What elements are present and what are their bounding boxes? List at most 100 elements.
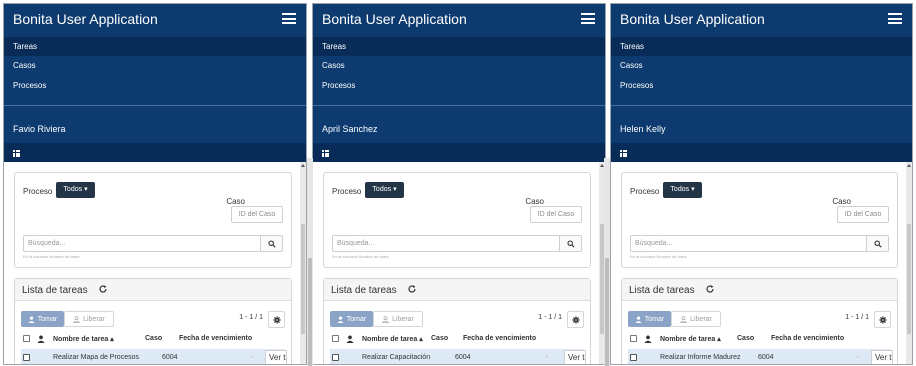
refresh-icon[interactable] — [705, 284, 715, 294]
vertical-scrollbar[interactable] — [300, 162, 306, 364]
vertical-scroll-thumb[interactable] — [301, 224, 305, 334]
table-row[interactable]: Realizar Informe Madurez 6004 - Ver tare… — [628, 349, 893, 364]
apps-grid-icon[interactable] — [620, 150, 628, 158]
table-row[interactable]: Realizar Mapa de Procesos 6004 - Ver tar… — [21, 349, 287, 364]
nav-item-procesos[interactable]: Procesos — [611, 76, 912, 95]
nav-item-tareas[interactable]: Tareas — [313, 37, 605, 56]
process-dropdown-label: Todos — [63, 186, 83, 193]
settings-button[interactable] — [567, 311, 584, 328]
table-row[interactable]: Realizar Capacitación 6004 - Ver tarea — [330, 349, 586, 364]
take-label: Tomar — [644, 315, 665, 323]
search-hint: En la columna Nombre de tarea — [630, 254, 687, 259]
user-outline-icon — [382, 315, 390, 323]
column-header-due-date[interactable]: Fecha de vencimiento — [179, 335, 252, 342]
view-task-button[interactable]: Ver tarea — [564, 350, 586, 364]
app-title[interactable]: Bonita User Application — [322, 11, 467, 27]
column-header-case[interactable]: Caso — [431, 335, 448, 342]
nav-item-tareas[interactable]: Tareas — [4, 37, 306, 56]
refresh-icon[interactable] — [407, 284, 417, 294]
column-header-task-name[interactable]: Nombre de tarea ▴ — [362, 335, 423, 343]
caso-label: Caso — [525, 197, 544, 206]
user-outline-icon — [73, 315, 81, 323]
release-button[interactable]: Liberar — [671, 311, 721, 327]
apps-grid-icon[interactable] — [13, 150, 21, 158]
search-button[interactable] — [261, 235, 283, 252]
nav-item-casos[interactable]: Casos — [313, 56, 605, 75]
select-all-checkbox[interactable] — [630, 335, 637, 342]
view-task-button[interactable]: Ver tarea — [265, 350, 287, 364]
task-list-title: Lista de tareas — [331, 285, 397, 296]
nav-item-casos[interactable]: Casos — [4, 56, 306, 75]
row-checkbox[interactable] — [332, 354, 339, 361]
process-dropdown-button[interactable]: Todos ▾ — [365, 182, 404, 198]
release-button[interactable]: Liberar — [373, 311, 423, 327]
take-button[interactable]: Tomar — [330, 311, 373, 327]
case-id-input[interactable]: ID del Caso — [530, 206, 582, 223]
task-search-input[interactable]: Búsqueda... — [23, 235, 261, 252]
task-list-header: Lista de tareas — [324, 279, 590, 301]
due-date-cell: - — [856, 354, 859, 361]
nav-item-casos[interactable]: Casos — [611, 56, 912, 75]
user-name[interactable]: Favio Riviera — [13, 124, 66, 134]
settings-button[interactable] — [268, 311, 285, 328]
process-dropdown-label: Todos — [372, 186, 392, 193]
search-button[interactable] — [867, 235, 889, 252]
gutter-scroll-thumb — [308, 258, 312, 366]
app-title[interactable]: Bonita User Application — [13, 11, 158, 27]
scroll-up-arrow-icon[interactable] — [907, 164, 911, 167]
column-header-task-name-label: Nombre de tarea — [53, 336, 109, 343]
case-id-cell: 6004 — [758, 354, 774, 361]
case-id-input[interactable]: ID del Caso — [837, 206, 889, 223]
sort-asc-icon: ▴ — [110, 336, 114, 343]
column-header-due-date[interactable]: Fecha de vencimiento — [771, 335, 844, 342]
release-button[interactable]: Liberar — [64, 311, 114, 327]
table-header-row: Nombre de tarea ▴ Caso Fecha de vencimie… — [628, 333, 891, 347]
release-label: Liberar — [392, 315, 414, 323]
apps-grid-icon[interactable] — [322, 150, 330, 158]
due-date-cell: - — [250, 354, 253, 361]
refresh-icon[interactable] — [98, 284, 108, 294]
caso-label: Caso — [226, 197, 245, 206]
app-title[interactable]: Bonita User Application — [620, 11, 765, 27]
column-header-task-name[interactable]: Nombre de tarea ▴ — [660, 335, 721, 343]
column-header-case[interactable]: Caso — [737, 335, 754, 342]
hamburger-menu-icon[interactable] — [581, 13, 595, 24]
nav-item-procesos[interactable]: Procesos — [4, 76, 306, 95]
nav-item-procesos[interactable]: Procesos — [313, 76, 605, 95]
process-dropdown-button[interactable]: Todos ▾ — [56, 182, 95, 198]
column-header-task-name[interactable]: Nombre de tarea ▴ — [53, 335, 114, 343]
search-icon — [267, 239, 276, 248]
task-search-input[interactable]: Búsqueda... — [630, 235, 867, 252]
gear-icon — [272, 315, 281, 324]
user-name[interactable]: April Sanchez — [322, 124, 378, 134]
column-header-case[interactable]: Caso — [145, 335, 162, 342]
select-all-checkbox[interactable] — [23, 335, 30, 342]
hamburger-menu-icon[interactable] — [282, 13, 296, 24]
case-id-input[interactable]: ID del Caso — [231, 206, 283, 223]
task-search-input[interactable]: Búsqueda... — [332, 235, 560, 252]
hamburger-menu-icon[interactable] — [888, 13, 902, 24]
view-task-button[interactable]: Ver tarea — [871, 350, 893, 364]
sort-asc-icon: ▴ — [419, 336, 423, 343]
search-button[interactable] — [560, 235, 582, 252]
take-button[interactable]: Tomar — [21, 311, 64, 327]
select-all-checkbox[interactable] — [332, 335, 339, 342]
task-name-cell[interactable]: Realizar Informe Madurez — [660, 354, 741, 361]
sort-asc-icon: ▴ — [717, 336, 721, 343]
row-checkbox[interactable] — [630, 354, 637, 361]
pagination-info: 1 - 1 / 1 — [845, 314, 869, 321]
user-name[interactable]: Helen Kelly — [620, 124, 666, 134]
vertical-scroll-thumb[interactable] — [907, 224, 911, 334]
scroll-up-arrow-icon[interactable] — [301, 164, 305, 167]
row-checkbox[interactable] — [23, 354, 30, 361]
task-name-cell[interactable]: Realizar Mapa de Procesos — [53, 354, 139, 361]
vertical-scrollbar[interactable] — [906, 162, 912, 364]
take-button[interactable]: Tomar — [628, 311, 671, 327]
apps-bar — [611, 143, 912, 162]
settings-button[interactable] — [874, 311, 891, 328]
column-header-due-date[interactable]: Fecha de vencimiento — [463, 335, 536, 342]
process-dropdown-button[interactable]: Todos ▾ — [663, 182, 702, 198]
nav-item-tareas[interactable]: Tareas — [611, 37, 912, 56]
release-label: Liberar — [83, 315, 105, 323]
task-name-cell[interactable]: Realizar Capacitación — [362, 354, 430, 361]
